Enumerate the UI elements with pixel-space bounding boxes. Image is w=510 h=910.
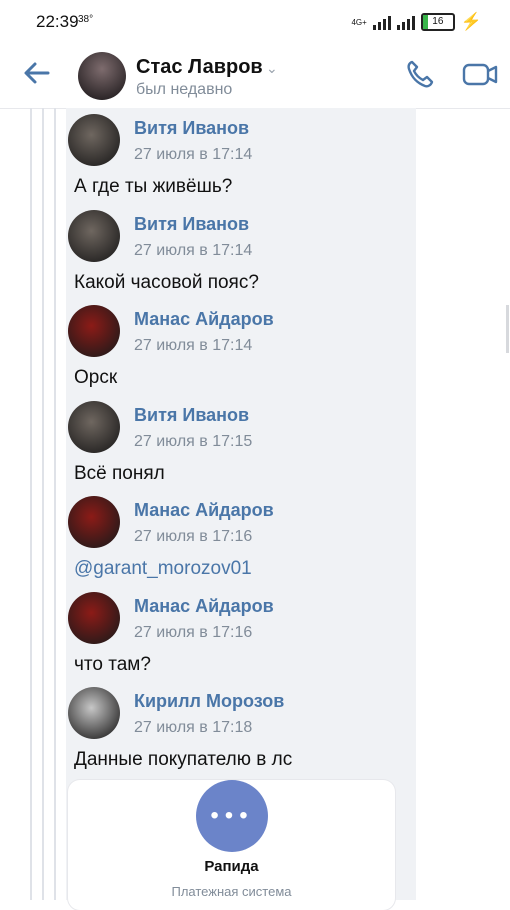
chat-header: Стас Лавров ⌄ был недавно: [0, 44, 510, 109]
message-time: 27 июля в 17:14: [134, 337, 253, 354]
message-item[interactable]: Манас Айдаров 27 июля в 17:16 @garant_moro…: [68, 492, 408, 587]
chevron-down-icon[interactable]: ⌄: [266, 60, 278, 77]
status-time: 22:39: [36, 12, 79, 31]
avatar[interactable]: [68, 209, 120, 262]
message-item[interactable]: Манас Айдаров 27 июля в 17:14 Орск: [68, 301, 408, 396]
message-text: что там?: [74, 653, 151, 675]
thread-rail: [54, 108, 56, 900]
network-label: 4G+: [351, 17, 367, 27]
message-text: А где ты живёшь?: [74, 176, 233, 197]
avatar[interactable]: [68, 591, 120, 644]
message-author[interactable]: Витя Иванов: [134, 214, 249, 235]
message-text: Всё понял: [74, 462, 165, 484]
avatar[interactable]: [68, 305, 120, 357]
avatar[interactable]: [68, 114, 120, 166]
message-time: 27 июля в 17:16: [134, 623, 253, 641]
status-temperature: 38°: [78, 14, 94, 25]
battery-value: 16: [432, 16, 444, 27]
status-icons: 4G+ 16 ⚡: [351, 12, 482, 32]
avatar[interactable]: [68, 496, 120, 548]
app-logo: •••: [196, 780, 268, 852]
avatar[interactable]: [78, 52, 126, 100]
message-item[interactable]: Манас Айдаров 27 июля в 17:16 что там?: [68, 588, 408, 683]
video-call-icon[interactable]: [462, 58, 498, 90]
status-bar: 22:39 38° 4G+ 16 ⚡: [0, 0, 510, 44]
message-text: Данные покупателю в лс: [74, 749, 293, 770]
thread-rail: [30, 108, 32, 900]
message-author[interactable]: Витя Иванов: [134, 118, 249, 139]
message-time: 27 июля в 17:14: [134, 241, 253, 259]
message-text: Какой часовой пояс?: [74, 271, 259, 293]
signal-icon-2: [396, 14, 415, 30]
battery-icon: 16: [420, 13, 455, 31]
back-arrow-icon[interactable]: [22, 58, 52, 88]
message-author[interactable]: Манас Айдаров: [134, 500, 274, 521]
card-title: Рапида: [204, 858, 259, 875]
message-author[interactable]: Кирилл Морозов: [134, 691, 284, 712]
avatar[interactable]: [68, 400, 120, 453]
message-time: 27 июля в 17:18: [134, 719, 253, 736]
message-author[interactable]: Манас Айдаров: [134, 596, 274, 617]
message-item[interactable]: Витя Иванов 27 июля в 17:14 Какой часовой …: [68, 206, 408, 301]
message-author[interactable]: Витя Иванов: [134, 405, 249, 426]
more-dots-icon: •••: [210, 802, 254, 829]
thread-rail: [42, 108, 44, 900]
card-subtitle: Платежная система: [171, 884, 292, 899]
chat-title[interactable]: Стас Лавров: [136, 56, 263, 79]
phone-icon[interactable]: [404, 58, 436, 90]
message-author[interactable]: Манас Айдаров: [134, 309, 274, 330]
attachment-card[interactable]: ••• Рапида Платежная система: [68, 780, 395, 910]
last-seen-status: был недавно: [136, 81, 233, 98]
charging-icon: ⚡: [460, 12, 482, 31]
avatar[interactable]: [68, 687, 120, 739]
message-time: 27 июля в 17:14: [134, 146, 253, 163]
message-time: 27 июля в 17:16: [134, 528, 253, 545]
message-item[interactable]: Кирилл Морозов 27 июля в 17:18 Данные поку…: [68, 683, 408, 778]
message-time: 27 июля в 17:15: [134, 432, 253, 450]
message-item[interactable]: Витя Иванов 27 июля в 17:14 А где ты живёш…: [68, 110, 408, 205]
signal-icon: [372, 14, 391, 30]
mention-link[interactable]: @garant_morozov01: [74, 558, 252, 580]
scrollbar[interactable]: [506, 305, 509, 353]
message-item[interactable]: Витя Иванов 27 июля в 17:15 Всё понял: [68, 397, 408, 492]
message-text: Орск: [74, 367, 118, 388]
